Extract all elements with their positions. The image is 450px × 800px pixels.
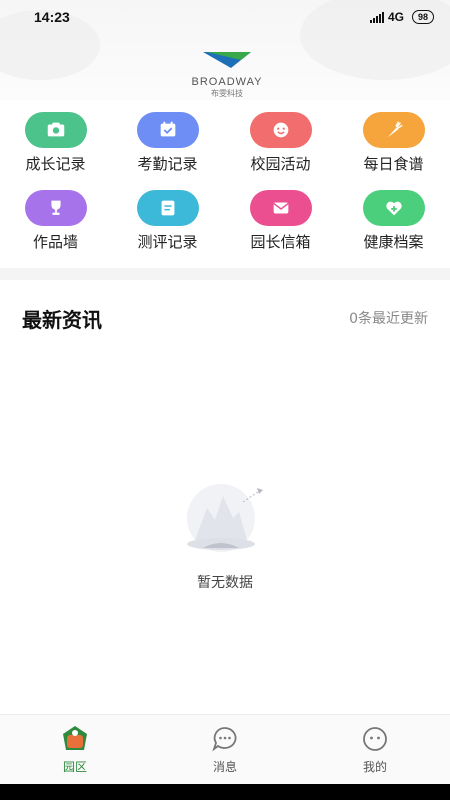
broadway-logo-mark (203, 52, 251, 68)
logo-wordmark: BROADWAY (191, 76, 263, 88)
tab-label: 园区 (62, 760, 87, 774)
feature-label: 考勤记录 (137, 155, 198, 173)
status-bar: 14:23 4G 98 (0, 0, 450, 34)
news-update-count: 0条最近更新 (349, 311, 428, 327)
network-type: 4G (387, 10, 404, 24)
calendar-check-icon (160, 121, 175, 137)
carrot-icon (387, 121, 403, 138)
battery-level: 98 (417, 11, 428, 22)
feature-icon-pill (362, 112, 425, 148)
smiley-icon (273, 122, 288, 138)
feature-growth-record[interactable]: 成长记录 (0, 108, 111, 186)
feature-label: 校园活动 (250, 155, 311, 173)
feature-icon-pill (24, 190, 87, 226)
mail-icon (272, 202, 289, 214)
feature-icon-pill (362, 190, 425, 226)
empty-state-illustration (187, 484, 263, 552)
feature-attendance-record[interactable]: 考勤记录 (111, 108, 224, 186)
feature-row: 成长记录 考勤记录 校园活动 每日食谱 (0, 108, 450, 186)
feature-label: 测评记录 (137, 233, 198, 251)
feature-campus-activity[interactable]: 校园活动 (224, 108, 337, 186)
feature-label: 园长信箱 (250, 233, 311, 251)
camera-icon (47, 122, 64, 137)
logo-subtitle: 布雯科技 (211, 89, 243, 98)
feature-daily-recipe[interactable]: 每日食谱 (337, 108, 450, 186)
broadway-logo: BROADWAY 布雯科技 (182, 50, 272, 98)
feature-icon-pill (136, 190, 199, 226)
feature-row: 作品墙 测评记录 园长信箱 健康档案 (0, 186, 450, 264)
feature-label: 每日食谱 (363, 155, 424, 173)
feature-principal-mailbox[interactable]: 园长信箱 (224, 186, 337, 264)
feature-label: 成长记录 (25, 155, 86, 173)
tab-label: 消息 (212, 760, 237, 774)
tab-label: 我的 (362, 760, 387, 774)
status-time: 14:23 (34, 9, 70, 25)
tab-profile[interactable]: 我的 (300, 715, 450, 784)
empty-state-text: 暂无数据 (197, 575, 253, 591)
document-icon (161, 200, 174, 216)
news-title: 最新资讯 (22, 307, 102, 332)
feature-health-file[interactable]: 健康档案 (337, 186, 450, 264)
status-indicators: 4G 98 (369, 10, 434, 24)
feature-assessment-record[interactable]: 测评记录 (111, 186, 224, 264)
feature-label: 健康档案 (363, 233, 424, 251)
news-section-header: 最新资讯 0条最近更新 (0, 298, 450, 338)
feature-icon-pill (249, 112, 312, 148)
heart-plus-icon (385, 201, 402, 216)
battery-icon: 98 (411, 10, 434, 24)
profile-face-icon (363, 727, 387, 751)
chat-bubble-icon (212, 727, 237, 752)
empty-state: 暂无数据 (0, 478, 450, 592)
campus-icon (63, 726, 87, 750)
signal-icon (369, 11, 384, 23)
bottom-tab-bar: 园区 消息 我的 (0, 714, 450, 784)
feature-grid: 成长记录 考勤记录 校园活动 每日食谱 作品墙 测评记录 园长信箱 健康档案 (0, 108, 450, 264)
feature-icon-pill (24, 112, 87, 148)
trophy-icon (50, 200, 61, 215)
feature-label: 作品墙 (33, 233, 79, 251)
feature-icon-pill (249, 190, 312, 226)
tab-campus[interactable]: 园区 (0, 715, 150, 784)
system-navigation-bar (0, 784, 450, 800)
section-divider (0, 268, 450, 280)
feature-artwork-wall[interactable]: 作品墙 (0, 186, 111, 264)
feature-icon-pill (136, 112, 199, 148)
tab-messages[interactable]: 消息 (150, 715, 300, 784)
